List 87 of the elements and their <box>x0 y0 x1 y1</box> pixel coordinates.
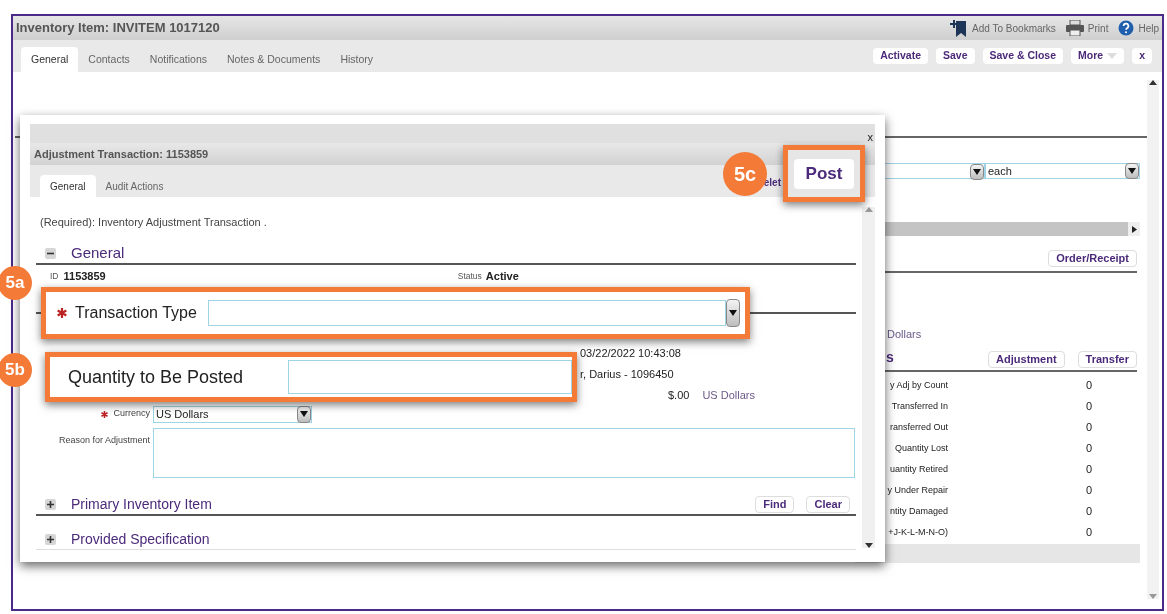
row-label: ransferred Out <box>888 420 948 434</box>
row-value: 0 <box>1086 399 1093 415</box>
tab[interactable]: Audit Actions <box>95 175 174 197</box>
section-title: Primary Inventory Item <box>71 495 212 514</box>
row-value: 0 <box>1086 483 1093 499</box>
dropdown-button[interactable] <box>726 299 740 327</box>
required-star-icon <box>57 308 67 318</box>
tab[interactable]: Notifications <box>139 47 217 72</box>
header-link[interactable]: Help <box>1118 20 1159 36</box>
section-title: General <box>71 243 125 264</box>
arrow-up-icon <box>864 207 873 212</box>
header-link[interactable]: Print <box>1065 20 1109 36</box>
section-button[interactable]: Adjustment <box>988 351 1065 368</box>
section-title: Provided Specification <box>71 529 210 549</box>
caret-icon <box>1107 53 1118 59</box>
close-button[interactable]: x <box>867 132 873 143</box>
post-button[interactable]: Post <box>794 158 854 189</box>
order-receipt-button[interactable]: Order/Receipt <box>1048 250 1137 267</box>
transaction-date: 03/22/2022 10:43:08 <box>580 345 682 359</box>
unit-select[interactable]: each <box>985 163 1140 179</box>
dropdown-button[interactable] <box>1125 163 1139 179</box>
reason-label: Reason for Adjustment <box>57 433 150 447</box>
caret-icon <box>729 309 737 317</box>
tab[interactable]: General <box>40 175 96 197</box>
toolbar-button[interactable]: Save & Close <box>982 48 1064 64</box>
required-note: (Required): Inventory Adjustment Transaction . <box>40 215 268 230</box>
toolbar-button[interactable]: More <box>1071 48 1125 64</box>
dialog-title: Adjustment Transaction: 1153859 <box>34 146 209 162</box>
toolbar-button[interactable]: Save <box>936 48 975 64</box>
row-label: y Under Repair <box>886 483 948 497</box>
amount-value: $.00 <box>668 387 690 401</box>
caret-icon <box>300 410 308 418</box>
section-title: s <box>886 348 894 367</box>
row-label: uantity Retired <box>888 462 948 476</box>
tab[interactable]: General <box>21 47 79 72</box>
vertical-scrollbar[interactable] <box>1147 80 1159 599</box>
id-label: ID <box>50 270 59 283</box>
currency-text: Dollars <box>887 328 922 340</box>
expand-icon[interactable] <box>45 499 56 510</box>
row-label: Transferred In <box>890 399 948 413</box>
row-value: 0 <box>1086 378 1093 394</box>
expand-icon[interactable] <box>45 533 56 545</box>
collapse-icon[interactable] <box>45 248 56 259</box>
tab[interactable]: History <box>330 47 384 72</box>
caret-icon <box>1128 167 1136 175</box>
row-label: +J-K-L-M-N-O) <box>887 525 948 539</box>
field-label: Quantity to Be Posted <box>68 365 245 389</box>
id-value: 1153859 <box>63 269 106 285</box>
row-value: 0 <box>1086 441 1093 457</box>
currency-label: Currency <box>113 407 150 421</box>
status-label: Status <box>457 270 482 283</box>
help-icon <box>1118 20 1135 36</box>
step-badge: 5a <box>0 266 32 300</box>
bookmark-add-icon <box>950 19 969 37</box>
performed-by: r, Darius - 1096450 <box>580 366 675 380</box>
printer-icon <box>1065 20 1084 36</box>
toolbar-button[interactable]: Activate <box>873 48 928 64</box>
vertical-scrollbar[interactable] <box>862 207 875 548</box>
row-value: 0 <box>1086 525 1093 541</box>
row-value: 0 <box>1086 420 1093 436</box>
section-button[interactable]: Transfer <box>1077 351 1137 368</box>
row-label: ntity Damaged <box>888 504 948 518</box>
tab[interactable]: Notes & Documents <box>217 47 331 72</box>
step-badge: 5b <box>0 353 32 387</box>
header-link[interactable]: Add To Bookmarks <box>950 19 1056 37</box>
field-label: Transaction Type <box>75 303 198 323</box>
status-value: Active <box>485 269 519 285</box>
dropdown-button[interactable] <box>297 405 311 423</box>
row-label: Quantity Lost <box>893 441 948 455</box>
quantity-field[interactable] <box>288 360 572 394</box>
arrow-right-icon <box>1131 225 1137 233</box>
currency-select[interactable]: US Dollars <box>153 405 312 423</box>
dropdown-button[interactable] <box>970 164 984 180</box>
row-value: 0 <box>1086 462 1093 478</box>
tab[interactable]: Contacts <box>78 47 140 72</box>
arrow-down-icon <box>1149 594 1157 599</box>
reason-field[interactable] <box>153 427 855 478</box>
toolbar-button[interactable]: x <box>1132 48 1152 64</box>
section-button[interactable]: Clear <box>806 496 850 513</box>
window-title: Inventory Item: INVITEM 1017120 <box>16 19 220 38</box>
section-button[interactable]: Find <box>755 496 795 513</box>
arrow-up-icon <box>1149 80 1157 85</box>
row-value: 0 <box>1086 504 1093 520</box>
amount-currency: US Dollars <box>702 387 755 401</box>
caret-icon <box>973 168 981 176</box>
row-label: y Adj by Count <box>888 378 948 392</box>
arrow-down-icon <box>864 543 873 548</box>
